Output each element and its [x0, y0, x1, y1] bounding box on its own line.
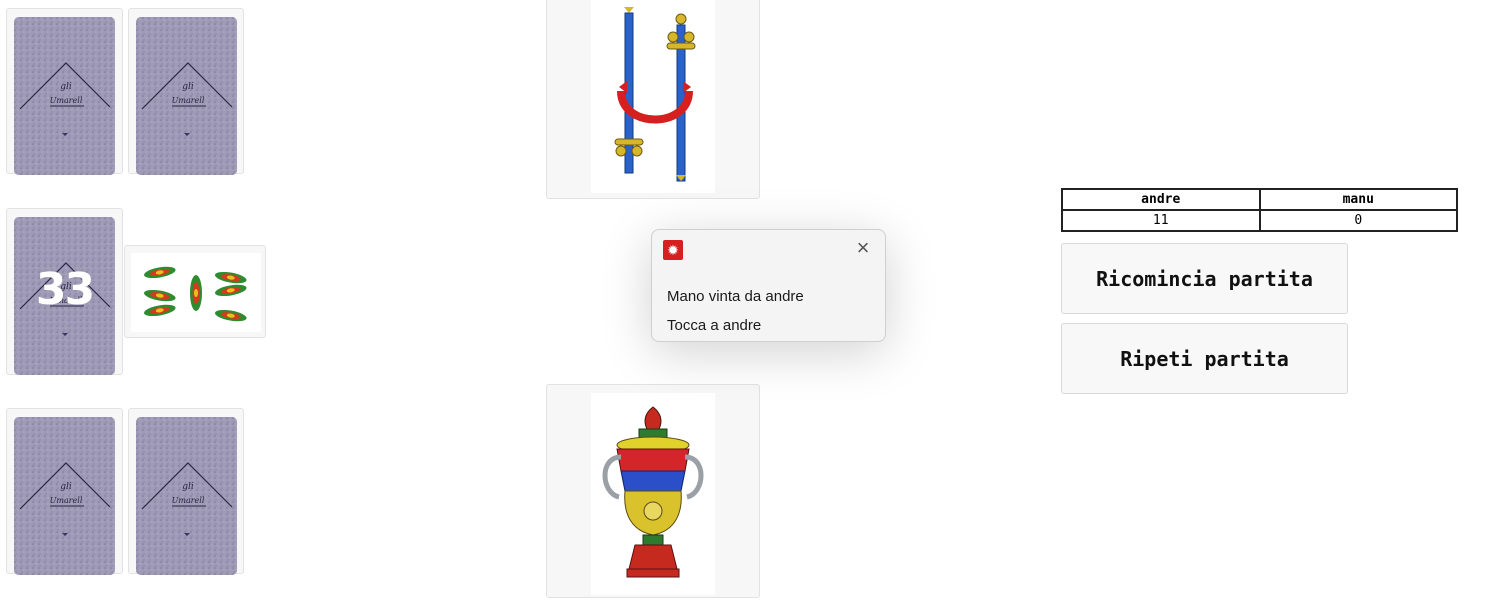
card-back-image	[14, 417, 115, 575]
cups-suit-icon	[602, 406, 704, 578]
deck-remaining-count: 33	[35, 264, 95, 315]
player-card-1[interactable]	[6, 408, 123, 575]
gear-badge-icon: ✹	[663, 240, 683, 260]
notification-message-turn: Tocca a andre	[667, 317, 762, 334]
scoreboard-player-2-name: manu	[1258, 188, 1458, 211]
close-icon[interactable]: ×	[853, 237, 873, 259]
card-back-image	[136, 417, 237, 575]
scoreboard-player-2-score: 0	[1258, 209, 1458, 232]
scoreboard-player-1-name: andre	[1061, 188, 1261, 211]
notification-message-hand-winner: Mano vinta da andre	[667, 288, 804, 305]
card-back-image	[14, 17, 115, 175]
swords-suit-icon	[614, 7, 696, 182]
repeat-game-button[interactable]: Ripeti partita	[1061, 323, 1348, 394]
played-card-top	[546, 0, 760, 199]
scoreboard-player-1-score: 11	[1061, 209, 1261, 232]
restart-game-button[interactable]: Ricomincia partita	[1061, 243, 1348, 314]
opponent-card-2	[128, 8, 244, 175]
deck-pile: 33	[6, 208, 123, 375]
clubs-suit-icon	[143, 266, 247, 322]
trump-card	[124, 245, 266, 338]
turn-notification: ✹ × Mano vinta da andre Tocca a andre	[651, 229, 886, 342]
played-card-bottom	[546, 384, 760, 598]
player-card-2[interactable]	[128, 408, 244, 575]
card-back-image	[136, 17, 237, 175]
opponent-card-1	[6, 8, 123, 175]
scoreboard: andre manu 11 0	[1061, 188, 1458, 232]
